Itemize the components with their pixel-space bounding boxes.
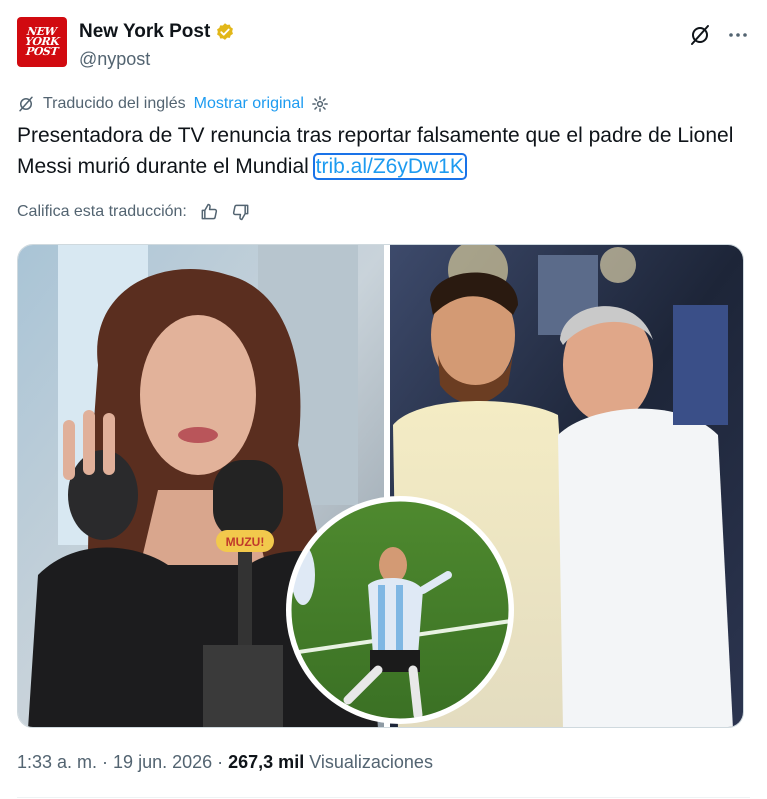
display-name[interactable]: New York Post xyxy=(79,21,210,43)
mic-sticker-text: MUZU! xyxy=(226,535,265,549)
translate-icon xyxy=(19,96,33,112)
verified-badge-icon xyxy=(217,23,234,40)
tweet-link[interactable]: trib.al/Z6yDw1K xyxy=(312,153,467,180)
rate-translation: Califica esta traducción: xyxy=(17,202,251,222)
meta-separator: · xyxy=(97,752,114,772)
avatar[interactable]: NEW YORK POST xyxy=(17,17,67,67)
logo-line-3: POST xyxy=(25,45,59,58)
meta-separator: · xyxy=(212,752,229,772)
views-label: Visualizaciones xyxy=(304,752,433,772)
name-row: New York Post xyxy=(79,21,235,43)
rate-label: Califica esta traducción: xyxy=(17,203,187,220)
thumbs-down-icon[interactable] xyxy=(231,202,251,222)
thumbs-up-icon[interactable] xyxy=(199,202,219,222)
tweet-header: NEW YORK POST New York Post @nypost xyxy=(17,17,750,73)
divider xyxy=(17,797,750,798)
tweet-meta: 1:33 a. m. · 19 jun. 2026 · 267,3 mil Vi… xyxy=(17,752,433,773)
tweet-time[interactable]: 1:33 a. m. xyxy=(17,752,97,772)
translation-notice: Traducido del inglés Mostrar original xyxy=(17,95,329,113)
more-options-icon[interactable] xyxy=(726,23,750,47)
photo-composite: MUZU! xyxy=(18,245,743,727)
gear-icon[interactable] xyxy=(311,95,329,113)
show-original-link[interactable]: Mostrar original xyxy=(194,95,304,113)
view-count: 267,3 mil xyxy=(228,752,305,772)
tweet-date[interactable]: 19 jun. 2026 xyxy=(113,752,212,772)
grok-icon[interactable] xyxy=(688,23,712,47)
translated-label: Traducido del inglés xyxy=(43,95,186,112)
user-handle[interactable]: @nypost xyxy=(79,49,150,70)
tweet-photo[interactable]: MUZU! xyxy=(17,244,744,728)
tweet-text: Presentadora de TV renuncia tras reporta… xyxy=(17,120,737,182)
